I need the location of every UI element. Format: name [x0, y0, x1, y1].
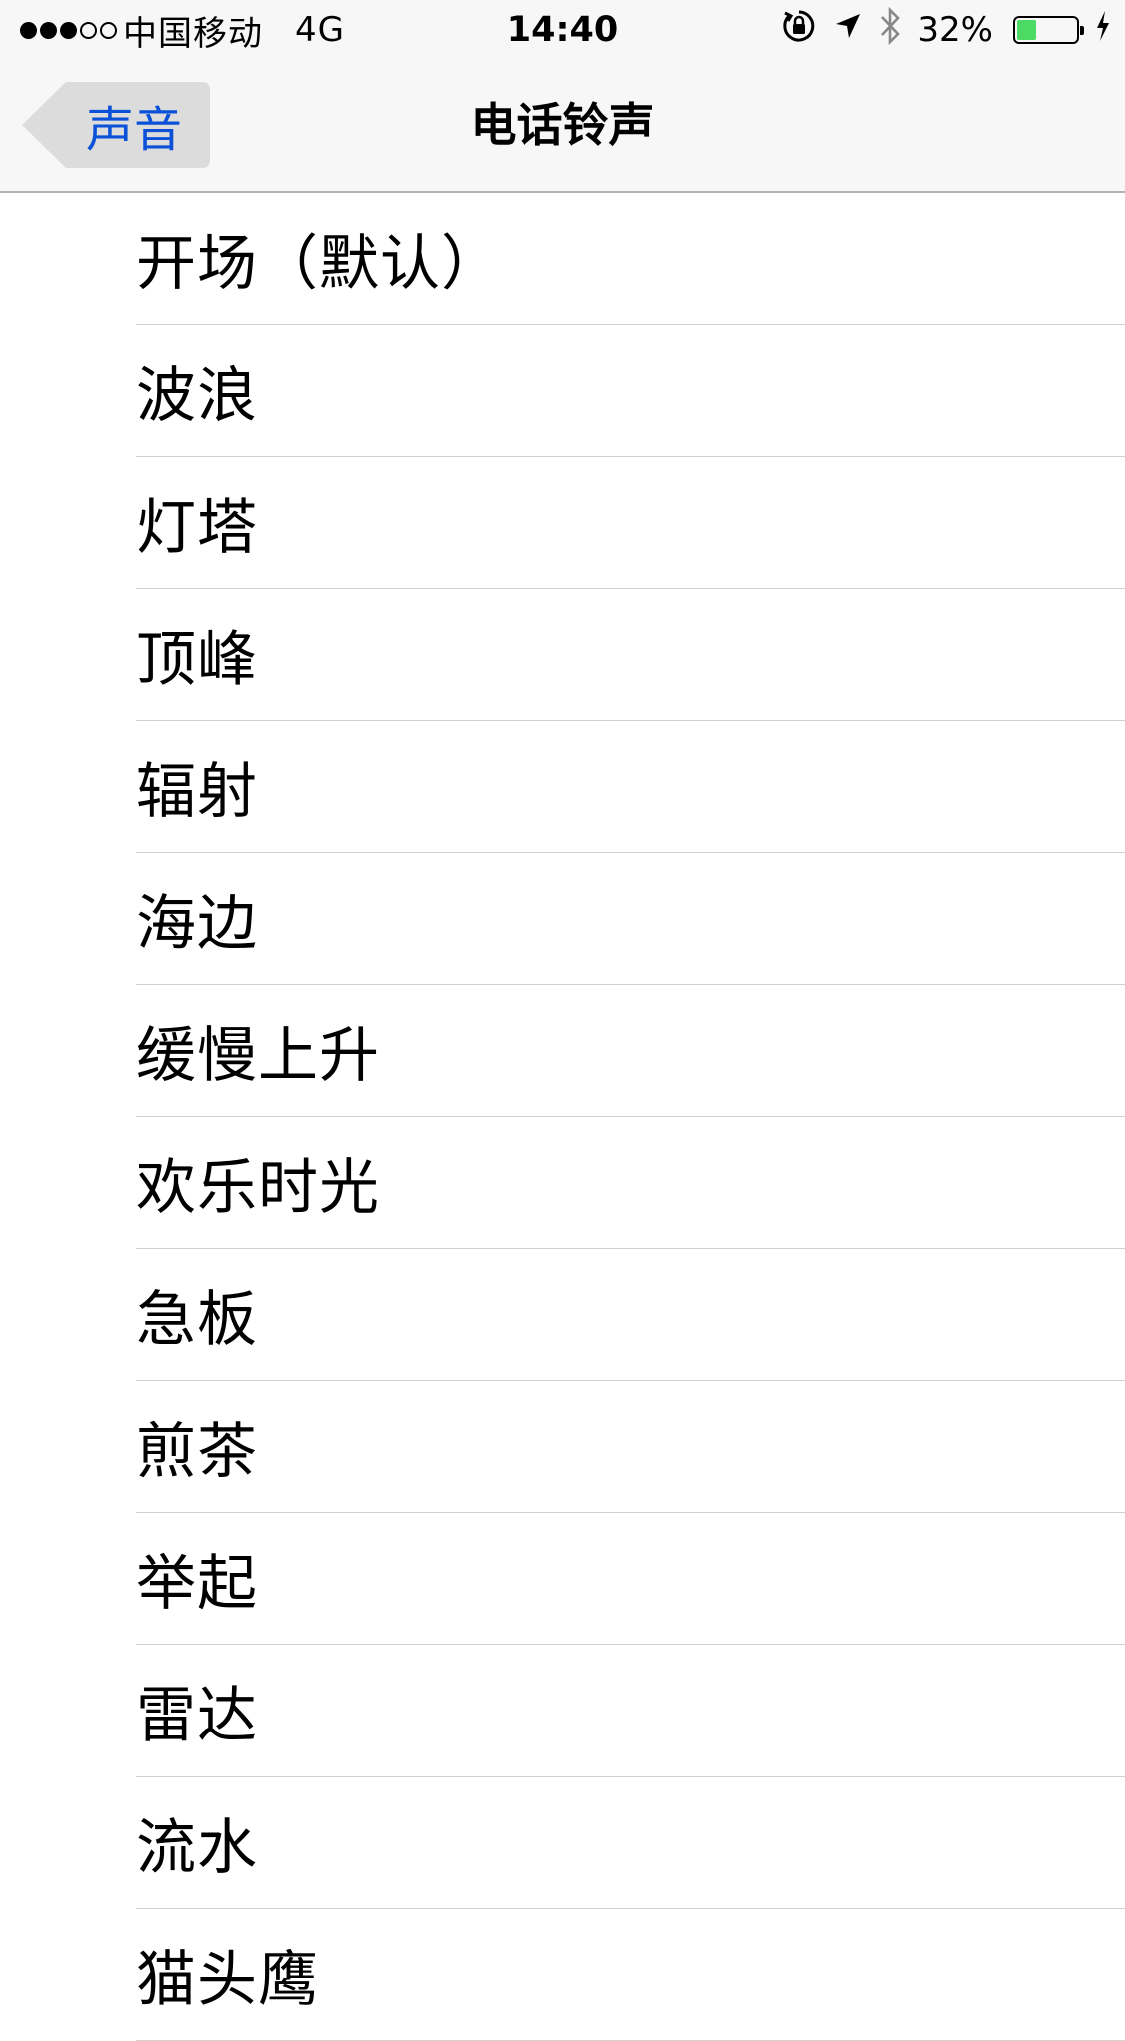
ringtone-item[interactable]: 煎茶 — [136, 1381, 1125, 1513]
ringtone-item[interactable]: 海边 — [136, 853, 1125, 985]
ringtone-label: 海边 — [136, 889, 258, 959]
ringtone-label: 开场（默认） — [136, 229, 502, 299]
ringtone-list: 开场（默认） 波浪灯塔顶峰辐射海边缓慢上升欢乐时光急板煎茶举起雷达流水猫头鹰 — [0, 193, 1125, 2041]
back-button[interactable]: 声音 — [22, 82, 210, 168]
ringtone-item[interactable]: 顶峰 — [136, 589, 1125, 721]
status-right: 32% — [781, 0, 1111, 60]
ringtone-item[interactable]: 波浪 — [136, 325, 1125, 457]
ringtone-label: 流水 — [136, 1813, 258, 1883]
orientation-lock-icon — [781, 8, 817, 53]
ringtone-label: 辐射 — [136, 757, 258, 827]
ringtone-item[interactable]: 流水 — [136, 1777, 1125, 1909]
ringtone-label: 雷达 — [136, 1681, 258, 1751]
ringtone-label: 急板 — [136, 1285, 258, 1355]
ringtone-item[interactable]: 灯塔 — [136, 457, 1125, 589]
ringtone-item[interactable]: 举起 — [136, 1513, 1125, 1645]
ringtone-item[interactable]: 辐射 — [136, 721, 1125, 853]
ringtone-item[interactable]: 急板 — [136, 1249, 1125, 1381]
ringtone-label: 波浪 — [136, 361, 258, 431]
navigation-bar: 电话铃声 声音 — [0, 60, 1125, 193]
ringtone-label: 欢乐时光 — [136, 1153, 380, 1223]
ringtone-label: 缓慢上升 — [136, 1021, 380, 1091]
ringtone-item[interactable]: 猫头鹰 — [136, 1909, 1125, 2041]
ringtone-label: 灯塔 — [136, 493, 258, 563]
bluetooth-icon — [879, 6, 901, 54]
ringtone-item[interactable]: 缓慢上升 — [136, 985, 1125, 1117]
ringtone-label: 举起 — [136, 1549, 258, 1619]
ringtone-item[interactable]: 欢乐时光 — [136, 1117, 1125, 1249]
ringtone-label: 煎茶 — [136, 1417, 258, 1487]
battery-percent: 32% — [917, 10, 993, 50]
status-bar: 中国移动 4G 14:40 32% — [0, 0, 1125, 60]
location-arrow-icon — [833, 10, 863, 50]
charging-bolt-icon — [1095, 10, 1111, 51]
ringtone-label: 猫头鹰 — [136, 1945, 319, 2015]
battery-level-fill — [1017, 20, 1036, 40]
ringtone-item[interactable]: 开场（默认） — [136, 193, 1125, 325]
back-button-label: 声音 — [86, 102, 183, 158]
battery-icon — [1013, 16, 1084, 44]
ringtone-label: 顶峰 — [136, 625, 258, 695]
ringtone-item[interactable]: 雷达 — [136, 1645, 1125, 1777]
battery-cap — [1080, 26, 1084, 35]
